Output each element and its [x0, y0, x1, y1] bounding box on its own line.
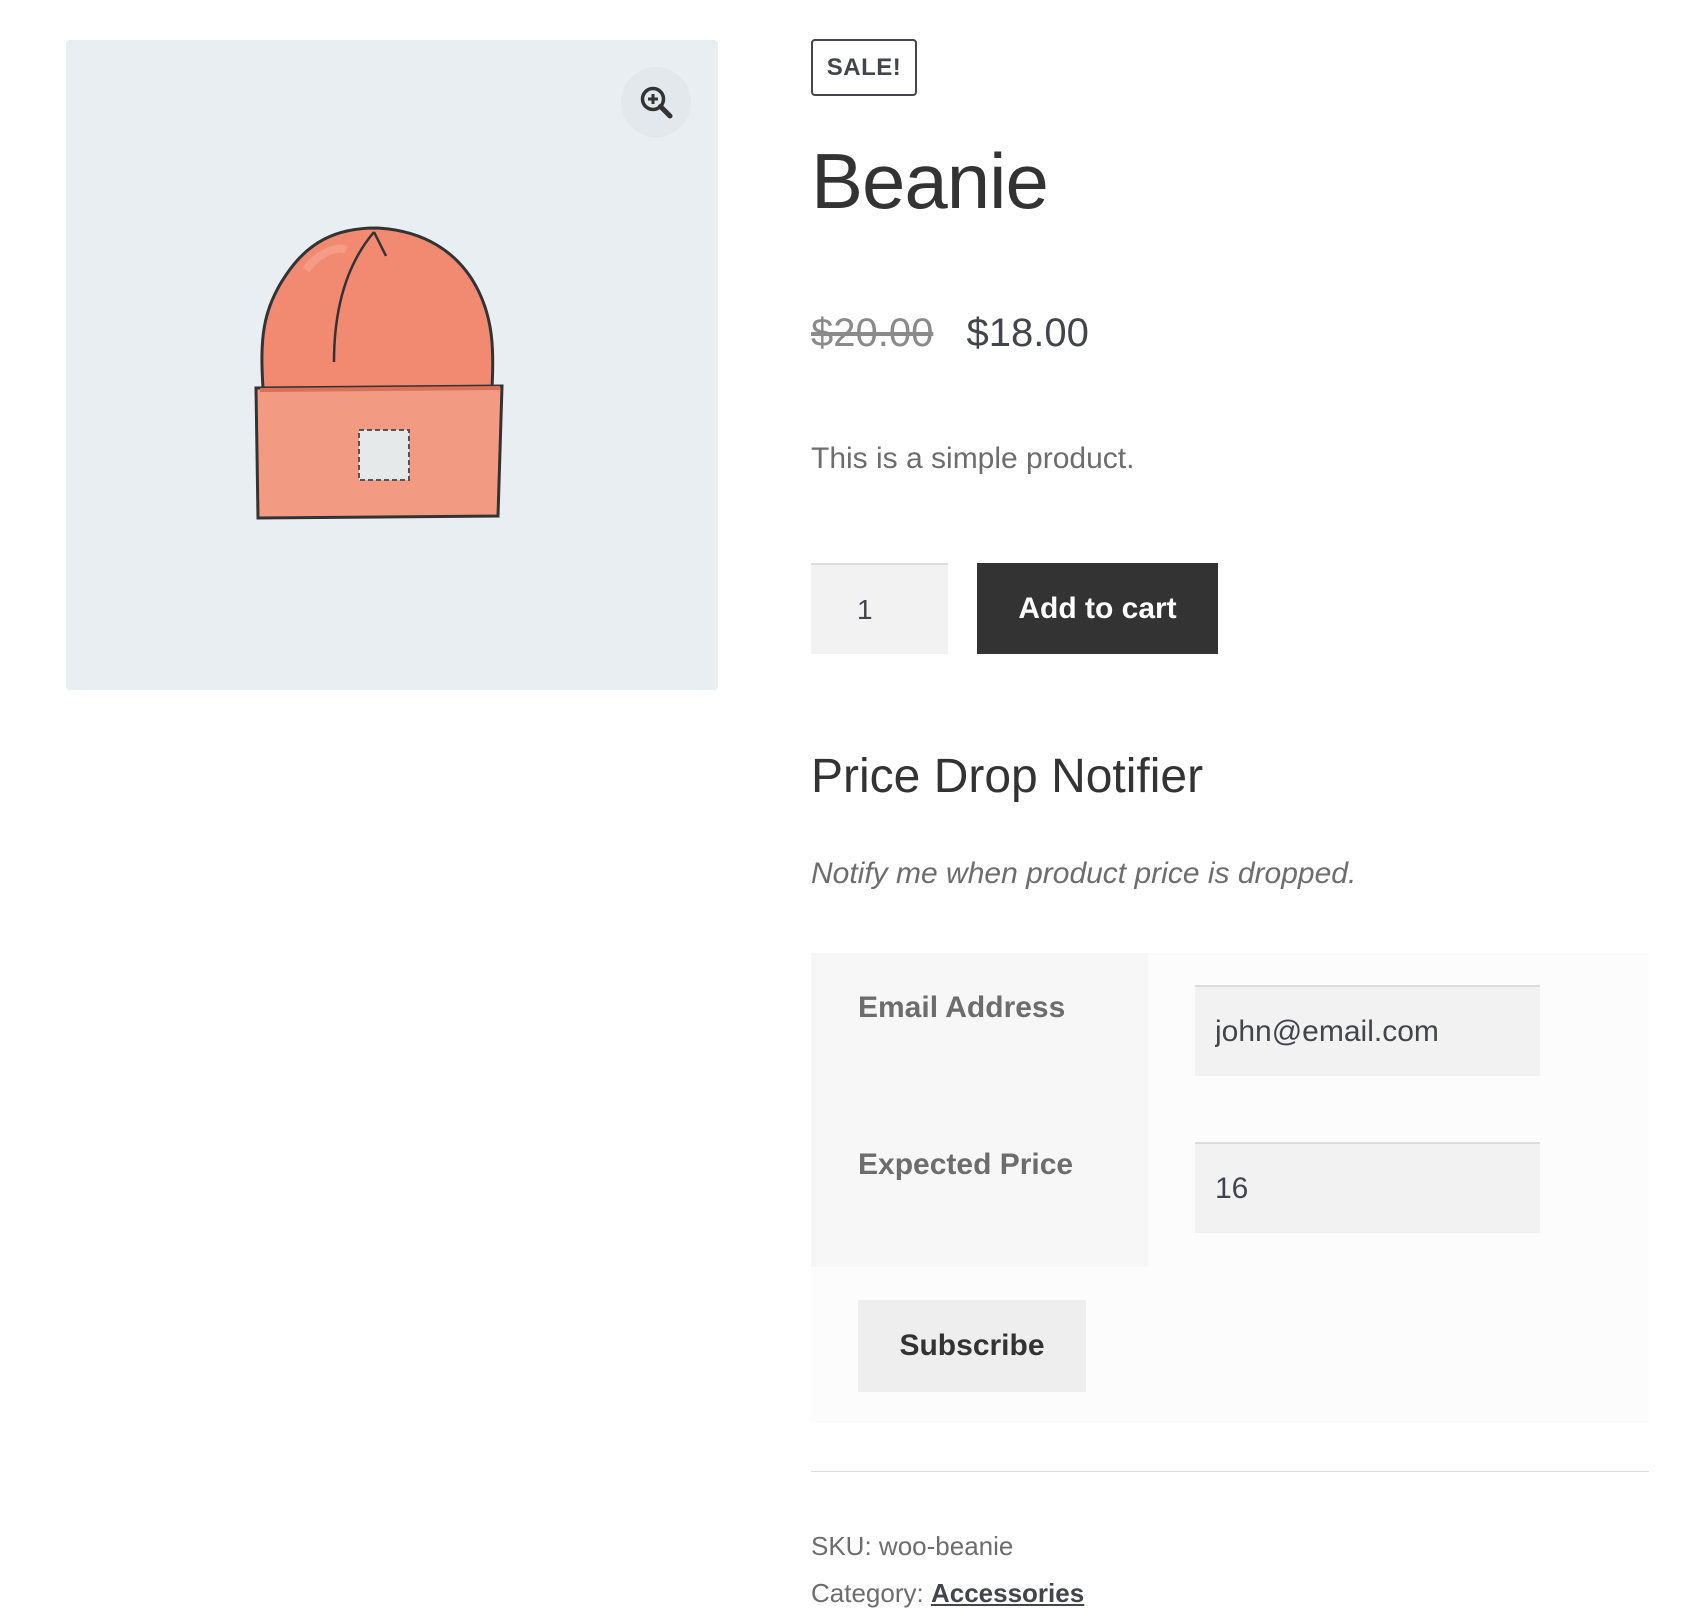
price-drop-title: Price Drop Notifier [811, 750, 1204, 803]
sku-value: woo-beanie [878, 1531, 1014, 1561]
expected-price-label-cell: Expected Price [811, 1110, 1148, 1267]
product-gallery [66, 40, 718, 690]
quantity-input[interactable] [811, 563, 948, 654]
expected-price-label: Expected Price [858, 1148, 1074, 1181]
short-description: This is a simple product. [811, 442, 1135, 475]
email-label: Email Address [858, 991, 1066, 1024]
expected-price-field[interactable] [1195, 1142, 1540, 1233]
sku-label: SKU: [811, 1531, 872, 1561]
zoom-button[interactable] [621, 67, 691, 137]
category-label: Category: [811, 1578, 924, 1608]
add-to-cart-button[interactable]: Add to cart [977, 563, 1218, 654]
category: Category: Accessories [811, 1578, 1084, 1609]
sku: SKU: woo-beanie [811, 1531, 1013, 1562]
email-field[interactable] [1195, 985, 1540, 1076]
sale-badge: SALE! [811, 39, 917, 96]
sale-price: $18.00 [966, 311, 1089, 355]
price: $20.00 $18.00 [811, 307, 1089, 359]
price-drop-form: Email Address Expected Price Subscribe [811, 953, 1649, 1423]
email-label-cell: Email Address [811, 953, 1148, 1110]
zoom-in-icon [640, 86, 673, 119]
divider [811, 1471, 1649, 1472]
email-row: Email Address [811, 953, 1649, 1110]
subscribe-button[interactable]: Subscribe [858, 1300, 1086, 1392]
product-title: Beanie [811, 137, 1049, 225]
expected-price-row: Expected Price [811, 1110, 1649, 1267]
old-price: $20.00 [811, 311, 934, 355]
price-drop-subtitle: Notify me when product price is dropped. [811, 857, 1357, 890]
category-link[interactable]: Accessories [931, 1578, 1084, 1608]
product-image[interactable] [246, 190, 546, 570]
